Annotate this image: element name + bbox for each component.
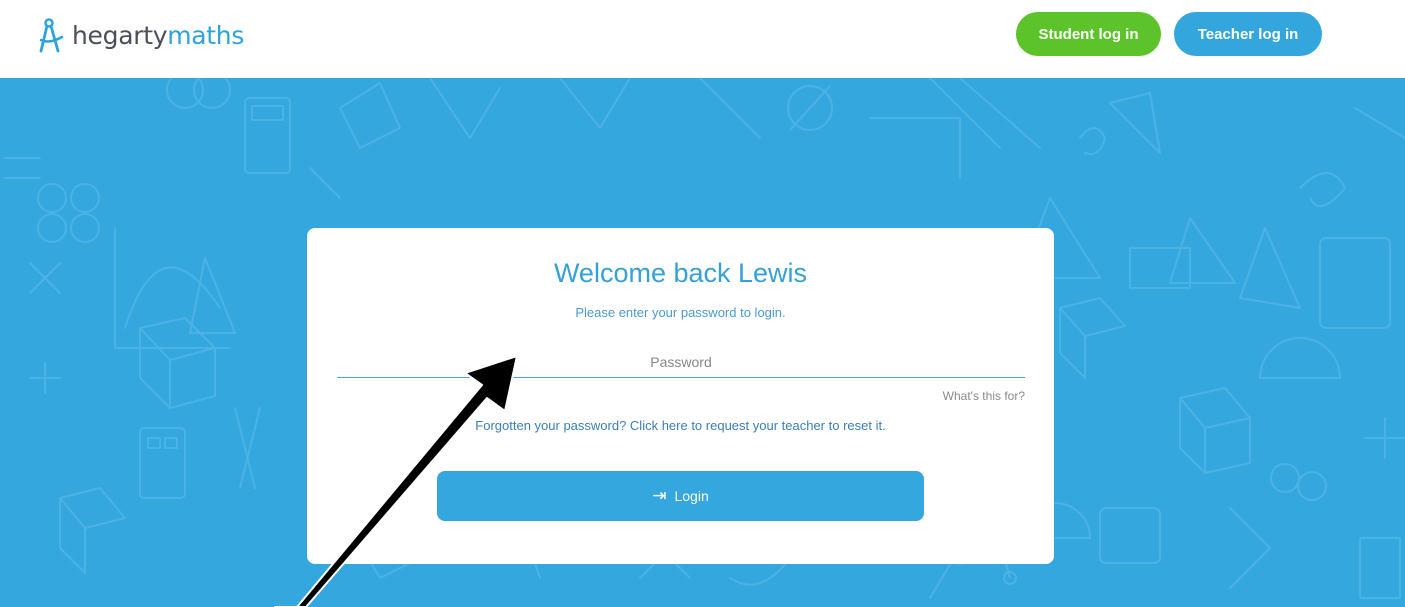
login-card: Welcome back Lewis Please enter your pas… — [307, 228, 1054, 564]
login-instructions: Please enter your password to login. — [575, 305, 786, 320]
logo-text: hegartymaths — [72, 21, 245, 50]
site-header: hegartymaths Student log in Teacher log … — [0, 0, 1405, 78]
welcome-title: Welcome back Lewis — [553, 258, 808, 288]
password-input[interactable] — [337, 346, 1025, 378]
login-button-label: Login — [674, 488, 709, 504]
hegartymaths-logo[interactable]: hegartymaths — [36, 16, 244, 56]
forgot-password-link[interactable]: Forgotten your password? Click here to r… — [307, 418, 1054, 433]
teacher-login-button[interactable]: Teacher log in — [1174, 12, 1322, 56]
whats-this-for-link[interactable]: What's this for? — [943, 389, 1025, 403]
compass-icon — [39, 18, 64, 53]
student-login-button[interactable]: Student log in — [1016, 12, 1161, 56]
hero-background: Welcome back Lewis Please enter your pas… — [0, 78, 1405, 607]
login-button[interactable]: ⇥ Login — [437, 471, 924, 521]
login-arrow-icon: ⇥ — [652, 486, 667, 505]
